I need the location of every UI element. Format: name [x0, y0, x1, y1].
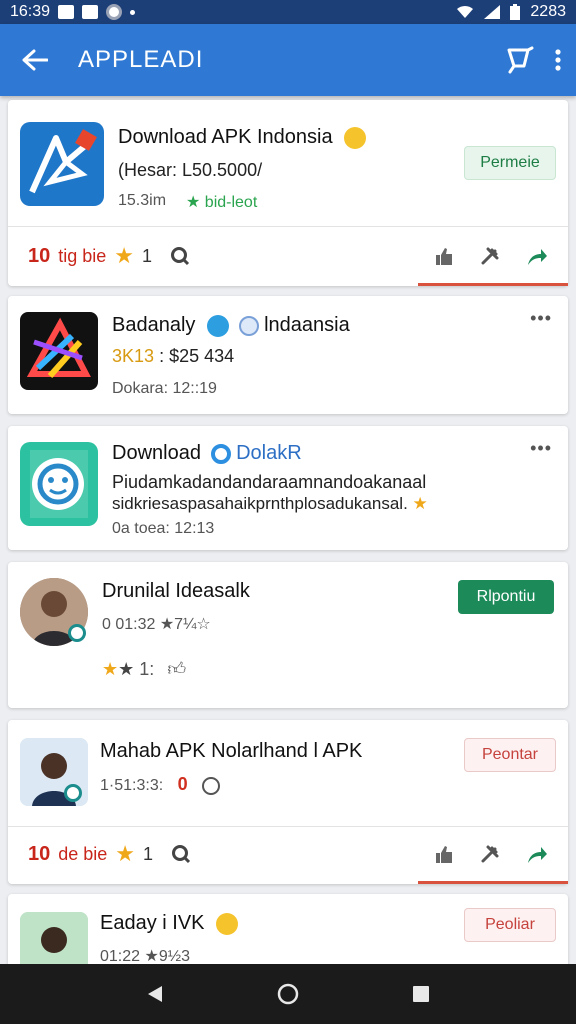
app-title: Eaday i IVK	[100, 912, 239, 935]
rating-value: 1:	[139, 659, 155, 679]
tools-icon[interactable]	[480, 246, 500, 266]
mail-notification-icon	[82, 5, 99, 19]
share-arrow-icon[interactable]	[526, 844, 548, 864]
more-horiz-icon[interactable]: •••	[530, 438, 552, 459]
star-icon: ★	[115, 841, 136, 866]
globe-icon	[238, 315, 259, 336]
app-title: Badanaly lndaansia	[112, 314, 350, 337]
nav-back-icon[interactable]	[146, 984, 164, 1004]
app-card-6[interactable]: Eaday i IVK 01:22 ★9½3 Peoliar	[8, 894, 568, 964]
app-meta: Dokara: 12::19	[112, 380, 217, 397]
rating-row: ★★ 1: 👍︎	[102, 658, 186, 680]
dot-notification-icon	[130, 9, 136, 15]
signal-icon	[484, 5, 501, 19]
app-card-4[interactable]: Drunilal Ideasalk 0 01:32 ★7¼☆ ★★ 1: 👍︎ …	[8, 562, 568, 708]
active-indicator	[418, 881, 568, 884]
app-title: Download DolakR	[112, 442, 302, 464]
content-feed[interactable]: Download APK Indonsia (Hesar: L50.5000/ …	[0, 96, 576, 964]
primary-button[interactable]: Permeie	[464, 146, 556, 180]
like-label: de bie	[58, 843, 108, 864]
crop-icon[interactable]	[506, 46, 534, 74]
app-card-3[interactable]: Download DolakR Piudamkadandandaraamnand…	[8, 426, 568, 550]
app-card-1[interactable]: Download APK Indonsia (Hesar: L50.5000/ …	[8, 100, 568, 286]
primary-button[interactable]: Rlpontiu	[458, 580, 554, 614]
wifi-icon	[457, 5, 474, 18]
sync-notification-icon	[106, 4, 123, 20]
nav-home-icon[interactable]	[277, 983, 299, 1005]
tools-icon[interactable]	[480, 844, 500, 864]
like-label: tig bie	[58, 245, 107, 266]
star-icon: ★	[114, 243, 135, 268]
app-code: 3K13	[112, 346, 155, 366]
battery-icon	[510, 4, 521, 20]
search-icon[interactable]	[170, 246, 190, 266]
counter: 0	[177, 774, 188, 794]
online-status-icon	[64, 784, 82, 802]
copyright-icon	[202, 776, 221, 795]
rating-value: 1	[142, 245, 153, 266]
app-meta: 1·51:3:3:	[100, 777, 164, 794]
app-title: Drunilal Ideasalk	[102, 580, 250, 602]
back-button[interactable]	[0, 24, 70, 96]
active-indicator	[418, 283, 568, 286]
app-meta-row: 1·51:3:3: 0	[100, 774, 221, 795]
app-logo-icon	[26, 317, 91, 378]
rating-value: 1	[143, 843, 154, 864]
app-price-row: 3K13 : $25 434	[112, 346, 234, 367]
app-badge: ★ bid-leot	[186, 194, 258, 211]
like-count: 10	[28, 842, 51, 865]
app-logo-icon	[30, 450, 88, 518]
app-card-5[interactable]: Mahab APK Nolarlhand l APK 1·51:3:3: 0 P…	[8, 720, 568, 884]
app-meta: 0a toea: 12:13	[112, 520, 215, 537]
emoji-face-icon	[344, 126, 367, 149]
primary-button[interactable]: Peoliar	[464, 908, 556, 942]
app-title: Mahab APK Nolarlhand l APK	[100, 740, 363, 762]
star-icon: ★	[118, 659, 135, 679]
app-description-line2: sidkriesaspasahaikprnthplosadukansal. ★	[112, 494, 428, 513]
thumb-up-icon[interactable]	[434, 844, 454, 864]
like-count: 10	[28, 244, 51, 267]
app-bar: APPLEADI	[0, 24, 576, 96]
app-thumbnail	[20, 442, 98, 526]
app-meta: 0 01:32 ★7¼☆	[102, 616, 211, 633]
battery-level: 2283	[530, 3, 566, 20]
app-description-line1: Piudamkadandandaraamnandoakanaal	[112, 472, 427, 492]
thumb-up-icon[interactable]	[434, 246, 454, 266]
status-bar: 16:39 2283	[0, 0, 576, 24]
arrow-left-icon	[22, 49, 48, 71]
more-vert-icon[interactable]	[554, 48, 562, 72]
app-meta: 01:22 ★9½3	[100, 948, 190, 964]
app-title: Download APK Indonsia	[118, 126, 367, 149]
page-title: APPLEADI	[78, 46, 204, 73]
app-thumbnail	[20, 122, 104, 206]
system-nav-bar	[0, 964, 576, 1024]
more-horiz-icon[interactable]: •••	[530, 308, 552, 329]
star-icon: ★	[102, 659, 119, 679]
person-icon	[20, 912, 88, 964]
avatar	[20, 912, 88, 964]
card-divider	[8, 226, 568, 227]
share-arrow-icon[interactable]	[526, 246, 548, 266]
app-logo-icon	[29, 129, 97, 194]
app-thumbnail	[20, 312, 98, 390]
app-card-2[interactable]: Badanaly lndaansia 3K13 : $25 434 Dokara…	[8, 296, 568, 414]
photo-notification-icon	[58, 5, 75, 19]
primary-button[interactable]: Peontar	[464, 738, 556, 772]
card-action-row: 10 tig bie ★ 1	[8, 228, 568, 284]
search-icon[interactable]	[171, 844, 191, 864]
card-action-row: 10 de bie ★ 1	[8, 826, 568, 882]
app-meta: 15.3im	[118, 192, 167, 209]
app-price: : $25 434	[159, 346, 235, 366]
star-icon: ★	[412, 494, 428, 513]
thumb-up-icon[interactable]: 👍︎	[167, 659, 186, 679]
emoji-face-icon	[216, 912, 239, 935]
verified-icon	[206, 314, 229, 337]
app-subtitle: (Hesar: L50.5000/	[118, 160, 263, 180]
status-time: 16:39	[10, 3, 51, 20]
nav-recents-icon[interactable]	[412, 985, 430, 1003]
info-icon	[210, 443, 231, 464]
online-status-icon	[68, 624, 86, 642]
